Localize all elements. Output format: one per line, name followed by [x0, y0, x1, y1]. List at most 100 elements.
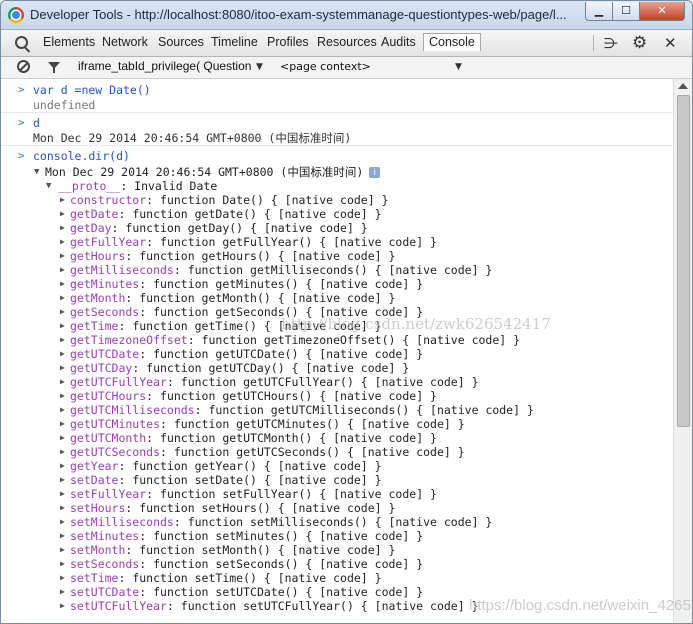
- close-window-button[interactable]: ✕: [639, 2, 685, 21]
- list-item[interactable]: ▶ setMinutes: function setMinutes() { [na…: [1, 529, 673, 543]
- list-item[interactable]: ▶ getTimezoneOffset: function getTimezone…: [1, 333, 673, 347]
- list-item[interactable]: ▶ getDate: function getDate() { [native c…: [1, 207, 673, 221]
- property-value: : function setDate() { [native code] }: [118, 473, 382, 487]
- collapsed-arrow-icon[interactable]: ▶: [60, 249, 65, 263]
- tab-profiles[interactable]: Profiles: [267, 35, 309, 49]
- list-item[interactable]: ▶ setFullYear: function setFullYear() { […: [1, 487, 673, 501]
- chevron-down-icon[interactable]: ▼: [455, 62, 462, 72]
- property-name: getUTCDay: [70, 361, 133, 375]
- collapsed-arrow-icon[interactable]: ▶: [60, 207, 65, 221]
- list-item[interactable]: ▶ setMonth: function setMonth() { [native…: [1, 543, 673, 557]
- list-item[interactable]: ▶ setTime: function setTime() { [native c…: [1, 571, 673, 585]
- tab-timeline[interactable]: Timeline: [211, 35, 258, 49]
- collapsed-arrow-icon[interactable]: ▶: [60, 193, 65, 207]
- property-value: : function getUTCHours() { [native code]…: [146, 389, 437, 403]
- list-item[interactable]: ▶ setDate: function setDate() { [native c…: [1, 473, 673, 487]
- scroll-up-icon[interactable]: [678, 83, 688, 89]
- collapsed-arrow-icon[interactable]: ▶: [60, 557, 65, 571]
- collapsed-arrow-icon[interactable]: ▶: [60, 333, 65, 347]
- list-item[interactable]: ▶ getHours: function getHours() { [native…: [1, 249, 673, 263]
- collapsed-arrow-icon[interactable]: ▶: [60, 417, 65, 431]
- list-item[interactable]: ▶ getUTCSeconds: function getUTCSeconds()…: [1, 445, 673, 459]
- collapsed-arrow-icon[interactable]: ▶: [60, 599, 65, 613]
- collapsed-arrow-icon[interactable]: ▶: [60, 319, 65, 333]
- tab-resources[interactable]: Resources: [317, 35, 377, 49]
- list-item[interactable]: ▶ getMilliseconds: function getMillisecon…: [1, 263, 673, 277]
- list-item[interactable]: ▶ getMinutes: function getMinutes() { [na…: [1, 277, 673, 291]
- collapsed-arrow-icon[interactable]: ▶: [60, 305, 65, 319]
- collapsed-arrow-icon[interactable]: ▶: [60, 361, 65, 375]
- collapsed-arrow-icon[interactable]: ▶: [60, 431, 65, 445]
- inspect-search-icon[interactable]: [15, 36, 28, 49]
- collapsed-arrow-icon[interactable]: ▶: [60, 221, 65, 235]
- collapsed-arrow-icon[interactable]: ▶: [60, 515, 65, 529]
- console-output[interactable]: > var d =new Date() undefined > d Mon De…: [1, 79, 673, 623]
- list-item[interactable]: ▶ getUTCMilliseconds: function getUTCMill…: [1, 403, 673, 417]
- object-tree-root[interactable]: ▼ Mon Dec 29 2014 20:46:54 GMT+0800 (中国标…: [1, 165, 673, 179]
- list-item[interactable]: ▶ getUTCFullYear: function getUTCFullYear…: [1, 375, 673, 389]
- collapsed-arrow-icon[interactable]: ▶: [60, 277, 65, 291]
- console-input-row: > var d =new Date(): [1, 83, 673, 97]
- collapsed-arrow-icon[interactable]: ▶: [60, 571, 65, 585]
- expanded-arrow-icon[interactable]: ▼: [46, 179, 51, 193]
- list-item[interactable]: ▶ setMilliseconds: function setMillisecon…: [1, 515, 673, 529]
- collapsed-arrow-icon[interactable]: ▶: [60, 585, 65, 599]
- expanded-arrow-icon[interactable]: ▼: [34, 165, 39, 179]
- property-value: : function Date() { [native code] }: [146, 193, 389, 207]
- tab-audits[interactable]: Audits: [381, 35, 416, 49]
- list-item[interactable]: ▶ getUTCHours: function getUTCHours() { […: [1, 389, 673, 403]
- list-item[interactable]: ▶ getDay: function getDay() { [native cod…: [1, 221, 673, 235]
- collapsed-arrow-icon[interactable]: ▶: [60, 473, 65, 487]
- title-bar[interactable]: Developer Tools - http://localhost:8080/…: [1, 1, 692, 30]
- property-name: getMinutes: [70, 277, 140, 291]
- gear-icon[interactable]: ⚙: [632, 33, 647, 53]
- collapsed-arrow-icon[interactable]: ▶: [60, 375, 65, 389]
- info-icon[interactable]: i: [369, 167, 381, 178]
- collapsed-arrow-icon[interactable]: ▶: [60, 529, 65, 543]
- collapsed-arrow-icon[interactable]: ▶: [60, 263, 65, 277]
- list-item[interactable]: ▶ setSeconds: function setSeconds() { [na…: [1, 557, 673, 571]
- console-scrollbar[interactable]: [673, 79, 692, 623]
- collapsed-arrow-icon[interactable]: ▶: [60, 445, 65, 459]
- filter-icon[interactable]: [48, 62, 60, 73]
- close-icon[interactable]: ✕: [664, 34, 677, 52]
- frame-select[interactable]: iframe_tabId_privilege( Question: [78, 59, 251, 73]
- tab-network[interactable]: Network: [102, 35, 148, 49]
- tab-sources[interactable]: Sources: [158, 35, 204, 49]
- property-name: getTimezoneOffset: [70, 333, 188, 347]
- list-item[interactable]: ▶ getUTCMinutes: function getUTCMinutes()…: [1, 417, 673, 431]
- list-item[interactable]: ▶ getMonth: function getMonth() { [native…: [1, 291, 673, 305]
- list-item[interactable]: ▶ constructor: function Date() { [native …: [1, 193, 673, 207]
- collapsed-arrow-icon[interactable]: ▶: [60, 543, 65, 557]
- property-value: : function setMonth() { [native code] }: [125, 543, 396, 557]
- clear-console-icon[interactable]: [17, 60, 30, 73]
- collapsed-arrow-icon[interactable]: ▶: [60, 291, 65, 305]
- property-value: : function getUTCDay() { [native code] }: [132, 361, 410, 375]
- prompt-icon: >: [18, 149, 25, 162]
- property-name: setMinutes: [70, 529, 140, 543]
- context-select[interactable]: <page context>: [280, 60, 371, 73]
- minimize-button[interactable]: ▁: [585, 2, 613, 21]
- collapsed-arrow-icon[interactable]: ▶: [60, 403, 65, 417]
- console-output-row: undefined: [1, 98, 673, 113]
- property-value: : function setUTCFullYear() { [native co…: [166, 599, 479, 613]
- collapsed-arrow-icon[interactable]: ▶: [60, 347, 65, 361]
- list-item[interactable]: ▶ getUTCDay: function getUTCDay() { [nati…: [1, 361, 673, 375]
- list-item[interactable]: ▶ getYear: function getYear() { [native c…: [1, 459, 673, 473]
- list-item[interactable]: ▶ getUTCDate: function getUTCDate() { [na…: [1, 347, 673, 361]
- list-item[interactable]: ▶ getUTCMonth: function getUTCMonth() { […: [1, 431, 673, 445]
- scrollbar-thumb[interactable]: [677, 95, 690, 427]
- list-item[interactable]: ▶ getFullYear: function getFullYear() { […: [1, 235, 673, 249]
- tab-console[interactable]: Console: [423, 33, 481, 51]
- proto-node[interactable]: ▼ __proto__: Invalid Date: [1, 179, 673, 193]
- chevron-down-icon[interactable]: ▼: [256, 62, 263, 72]
- maximize-button[interactable]: ☐: [612, 2, 640, 21]
- dock-icon[interactable]: ⋺: [604, 36, 618, 52]
- list-item[interactable]: ▶ setHours: function setHours() { [native…: [1, 501, 673, 515]
- collapsed-arrow-icon[interactable]: ▶: [60, 235, 65, 249]
- collapsed-arrow-icon[interactable]: ▶: [60, 459, 65, 473]
- collapsed-arrow-icon[interactable]: ▶: [60, 389, 65, 403]
- collapsed-arrow-icon[interactable]: ▶: [60, 487, 65, 501]
- tab-elements[interactable]: Elements: [43, 35, 95, 49]
- collapsed-arrow-icon[interactable]: ▶: [60, 501, 65, 515]
